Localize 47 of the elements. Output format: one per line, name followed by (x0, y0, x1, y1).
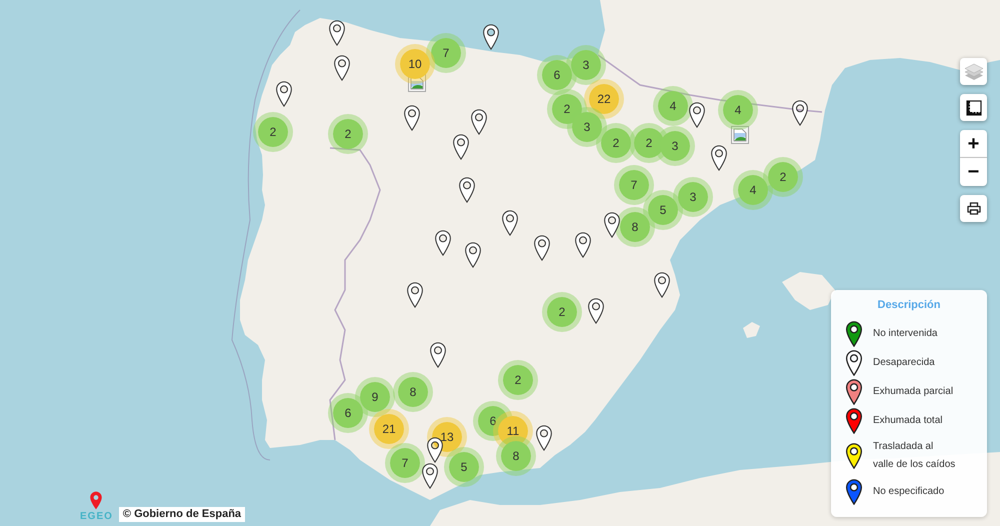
map-pin-icon[interactable] (482, 24, 500, 50)
map-pin-icon[interactable] (574, 232, 592, 258)
logo-text: EGEO (80, 511, 113, 522)
legend-label: No especificado (873, 484, 946, 498)
map-pin-icon[interactable] (653, 272, 671, 298)
map-pin-icon (845, 478, 863, 504)
layers-icon (964, 62, 984, 82)
map-pin-icon[interactable] (328, 20, 346, 46)
zoom-in-button[interactable]: + (960, 130, 987, 158)
map-pin-icon[interactable] (470, 109, 488, 135)
legend-label: Exhumada parcial (873, 384, 954, 398)
map-pin-icon[interactable] (452, 134, 470, 160)
map-pin-icon[interactable] (406, 282, 424, 308)
map-pin-icon[interactable] (791, 100, 809, 126)
map-pin-icon[interactable] (429, 342, 447, 368)
map-pin-icon (845, 443, 863, 469)
legend-label: Trasladada al valle de los caídos (873, 440, 956, 472)
legend-label: No intervenida (873, 326, 938, 340)
map-pin-icon[interactable] (434, 230, 452, 256)
island-drawing (782, 272, 836, 311)
legend-label: Desaparecida (873, 356, 936, 370)
zoom-out-button[interactable]: − (960, 158, 987, 186)
print-button[interactable] (960, 195, 987, 222)
map-pin-icon[interactable] (501, 210, 519, 236)
measure-button[interactable] (960, 94, 987, 121)
map-pin-icon[interactable] (533, 235, 551, 261)
map-pin-icon[interactable] (275, 81, 293, 107)
map-pin-icon (89, 491, 104, 510)
map-pin-icon[interactable] (333, 55, 351, 81)
ruler-icon (966, 100, 982, 116)
map-pin-icon (845, 320, 863, 346)
map-pin-icon (845, 378, 863, 404)
map-pin-icon[interactable] (464, 242, 482, 268)
map-pin-icon[interactable] (535, 425, 553, 451)
map-pin-icon (845, 350, 863, 376)
map-pin-icon (845, 408, 863, 434)
legend-title: Descripción (876, 299, 942, 311)
map-pin-icon[interactable] (688, 102, 706, 128)
map-pin-icon[interactable] (710, 145, 728, 171)
island-drawing (743, 322, 761, 339)
legend-label: Exhumada total (873, 414, 944, 428)
print-icon (966, 202, 980, 215)
map-pin-icon[interactable] (458, 177, 476, 203)
map-pin-icon[interactable] (421, 463, 439, 489)
attribution-label: © Gobierno de España (118, 507, 246, 522)
map-pin-icon[interactable] (587, 298, 605, 324)
map-pin-icon[interactable] (403, 105, 421, 131)
